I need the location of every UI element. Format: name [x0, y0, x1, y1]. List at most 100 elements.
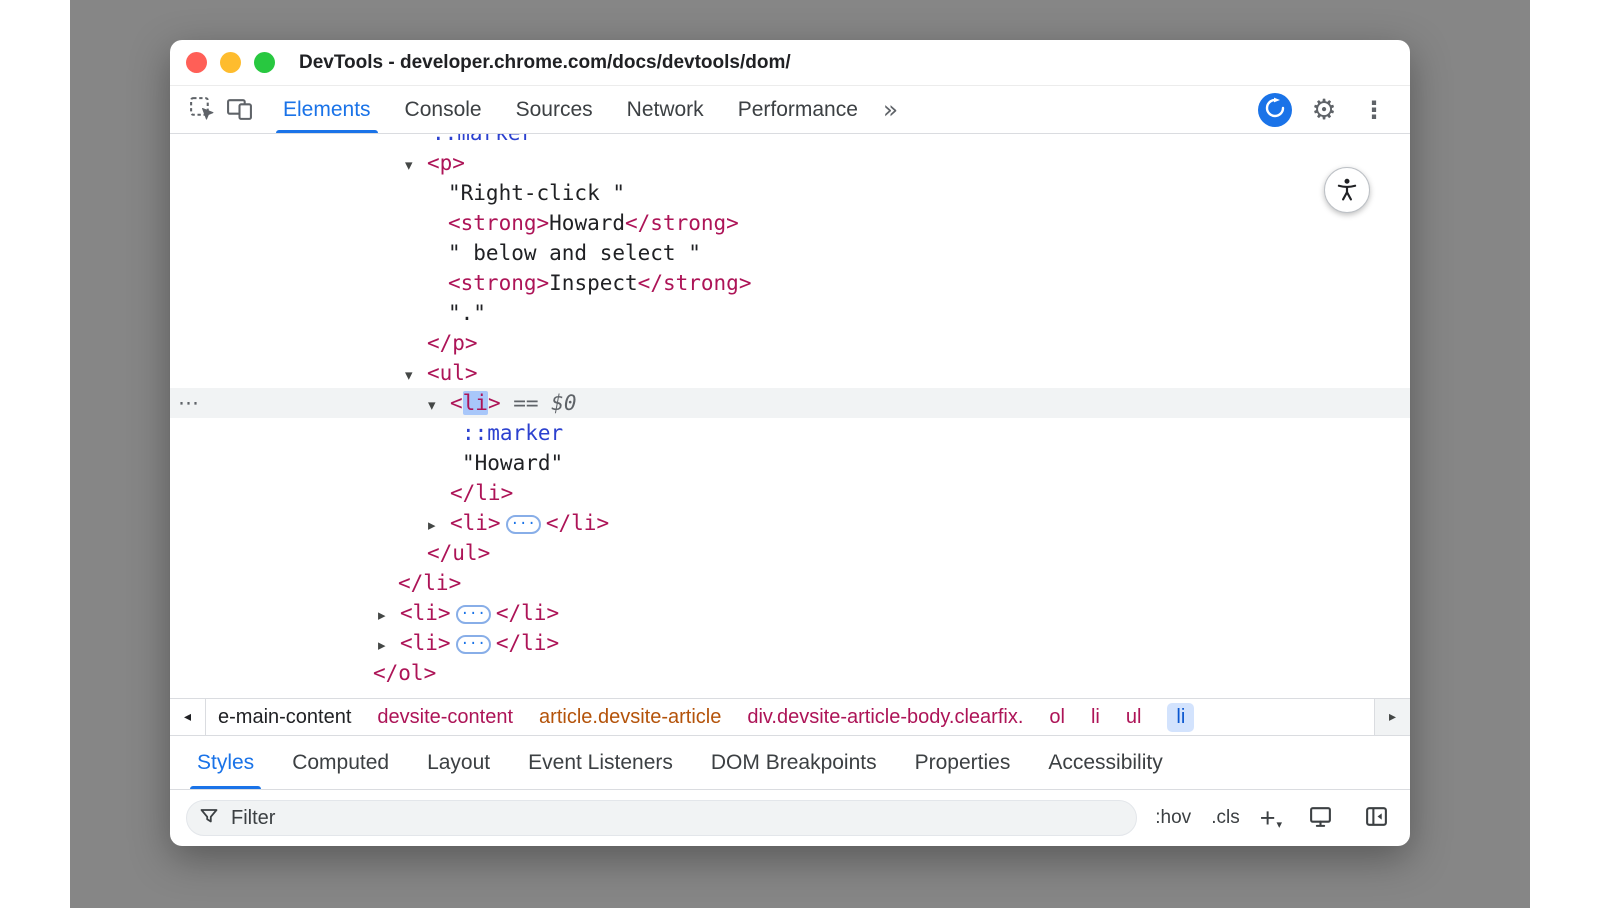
- breadcrumb-item-ol[interactable]: ol: [1049, 706, 1065, 729]
- filter-input[interactable]: [229, 806, 1124, 831]
- dom-segment-tag: <ul>: [427, 361, 478, 385]
- filter-actions: :hov .cls + ▾: [1155, 800, 1394, 836]
- inspect-cursor-icon: [188, 95, 215, 125]
- breadcrumb-item-devsite-content[interactable]: devsite-content: [377, 706, 513, 729]
- sidebar-toggle-icon: [1364, 804, 1389, 832]
- breadcrumb-scroll-left-button[interactable]: ◂: [170, 699, 206, 735]
- devtools-window: DevTools - developer.chrome.com/docs/dev…: [170, 40, 1410, 846]
- breadcrumb-item-li[interactable]: li: [1167, 703, 1194, 732]
- disclosure-triangle-down[interactable]: ▾: [405, 360, 427, 390]
- breadcrumb-bar: ◂ e-main-content devsite-content article.d…: [170, 698, 1410, 736]
- disclosure-triangle-right[interactable]: ▸: [378, 600, 400, 630]
- new-style-rule-button[interactable]: + ▾: [1260, 805, 1282, 832]
- styles-tab-properties[interactable]: Properties: [896, 736, 1030, 789]
- dom-segment-grayi: $0: [551, 391, 576, 415]
- dom-tree-row[interactable]: </ol>: [170, 658, 1410, 688]
- dom-tree-row[interactable]: </li>: [170, 478, 1410, 508]
- sync-button[interactable]: [1258, 93, 1292, 127]
- more-options-button[interactable]: ⋮: [1356, 92, 1392, 128]
- toggle-sidebar-button[interactable]: [1358, 800, 1394, 836]
- dom-segment-tag: </li>: [496, 601, 559, 625]
- dom-tree-row[interactable]: ▸<li>···</li>: [170, 628, 1410, 658]
- overflow-dots[interactable]: ⋯: [178, 388, 201, 418]
- dom-tree-row[interactable]: <strong>Inspect</strong>: [170, 268, 1410, 298]
- styles-tab-styles[interactable]: Styles: [178, 736, 273, 789]
- settings-button[interactable]: ⚙: [1306, 92, 1342, 128]
- dom-segment-tag: </li>: [546, 511, 609, 535]
- disclosure-triangle-right[interactable]: ▸: [428, 510, 450, 540]
- sync-icon: [1264, 97, 1286, 122]
- disclosure-triangle-down[interactable]: ▾: [405, 150, 427, 180]
- panel-tab-console[interactable]: Console: [388, 86, 499, 133]
- dom-segment-tag: </li>: [398, 571, 461, 595]
- styles-tab-layout[interactable]: Layout: [408, 736, 509, 789]
- close-button[interactable]: [186, 52, 207, 73]
- dom-segment-tag: </ul>: [427, 541, 490, 565]
- inspect-element-button[interactable]: [182, 86, 220, 133]
- kebab-menu-icon: ⋮: [1362, 98, 1386, 122]
- dom-segment-pseudo: ::marker: [432, 134, 533, 145]
- disclosure-triangle-right[interactable]: ▸: [378, 630, 400, 660]
- dom-segment-tagHl: li: [463, 391, 488, 415]
- panel-tab-elements[interactable]: Elements: [266, 86, 388, 133]
- styles-tabs: StylesComputedLayoutEvent ListenersDOM B…: [170, 736, 1410, 790]
- dom-segment-text: ".": [448, 301, 486, 325]
- breadcrumb-item-ul[interactable]: ul: [1126, 706, 1142, 729]
- element-classes-button[interactable]: .cls: [1211, 807, 1240, 829]
- gear-icon: ⚙: [1311, 96, 1336, 124]
- styles-tab-event-listeners[interactable]: Event Listeners: [509, 736, 692, 789]
- dom-tree-row[interactable]: "Right-click ": [170, 178, 1410, 208]
- maximize-button[interactable]: [254, 52, 275, 73]
- dom-tree-row[interactable]: <strong>Howard</strong>: [170, 208, 1410, 238]
- element-state-button[interactable]: :hov: [1155, 807, 1191, 829]
- devtools-toolbar: ElementsConsoleSourcesNetworkPerformance…: [170, 86, 1410, 134]
- dom-tree-row[interactable]: "Howard": [170, 448, 1410, 478]
- dom-segment-tag: </li>: [450, 481, 513, 505]
- panel-tab-network[interactable]: Network: [610, 86, 721, 133]
- dom-segment-text: Howard: [549, 211, 625, 235]
- dom-segment-tag: <li>: [400, 601, 451, 625]
- dom-segment-pill[interactable]: ···: [456, 605, 491, 624]
- styles-tab-computed[interactable]: Computed: [273, 736, 408, 789]
- dom-segment-pill[interactable]: ···: [506, 515, 541, 534]
- device-toolbar-button[interactable]: [220, 86, 258, 133]
- breadcrumb-scroll-right-button[interactable]: ▸: [1374, 699, 1410, 735]
- dom-tree-row[interactable]: </ul>: [170, 538, 1410, 568]
- dom-segment-text: "Howard": [462, 451, 563, 475]
- styles-tab-accessibility[interactable]: Accessibility: [1029, 736, 1181, 789]
- more-tabs-button[interactable]: »: [875, 95, 906, 124]
- dom-tree-row[interactable]: ▾<ul>: [170, 358, 1410, 388]
- dom-tree-row[interactable]: ::marker: [170, 418, 1410, 448]
- dom-tree-row[interactable]: ::marker: [170, 134, 1410, 148]
- dom-tree-row[interactable]: </li>: [170, 568, 1410, 598]
- dom-segment-tag: </li>: [496, 631, 559, 655]
- breadcrumb-item-div-devsite-article-body-clearfix[interactable]: div.devsite-article-body.clearfix.: [747, 706, 1023, 729]
- toolbar-right: ⚙ ⋮: [1258, 86, 1400, 133]
- styles-tab-dom-breakpoints[interactable]: DOM Breakpoints: [692, 736, 896, 789]
- dom-segment-pill[interactable]: ···: [456, 635, 491, 654]
- dom-segment-tag: <p>: [427, 151, 465, 175]
- toggle-rendering-button[interactable]: [1302, 800, 1338, 836]
- dom-segment-text: Inspect: [549, 271, 638, 295]
- filter-funnel-icon: [199, 806, 219, 831]
- dom-tree-row[interactable]: ▸<li> ··· </li>: [170, 508, 1410, 538]
- panel-tab-sources[interactable]: Sources: [499, 86, 610, 133]
- minimize-button[interactable]: [220, 52, 241, 73]
- breadcrumb-item-article-devsite-article[interactable]: article.devsite-article: [539, 706, 721, 729]
- dom-tree-row[interactable]: ⋯▾<li> == $0: [170, 388, 1410, 418]
- filter-input-container[interactable]: [186, 800, 1137, 836]
- breadcrumb-item-li[interactable]: li: [1091, 706, 1100, 729]
- dom-tree-row[interactable]: </p>: [170, 328, 1410, 358]
- dom-tree-row[interactable]: ▸<li> ··· </li>: [170, 598, 1410, 628]
- accessibility-person-icon: [1334, 176, 1360, 205]
- accessibility-button[interactable]: [1324, 167, 1370, 213]
- dom-segment-tag: <li>: [450, 511, 501, 535]
- dom-tree-row[interactable]: " below and select ": [170, 238, 1410, 268]
- dom-segment-tag: </p>: [427, 331, 478, 355]
- disclosure-triangle-down[interactable]: ▾: [428, 390, 450, 420]
- dom-tree-row[interactable]: ▾<p>: [170, 148, 1410, 178]
- dom-tree-row[interactable]: ".": [170, 298, 1410, 328]
- breadcrumb-item-e-main-content[interactable]: e-main-content: [218, 706, 351, 729]
- monitor-icon: [1308, 804, 1333, 832]
- panel-tab-performance[interactable]: Performance: [721, 86, 875, 133]
